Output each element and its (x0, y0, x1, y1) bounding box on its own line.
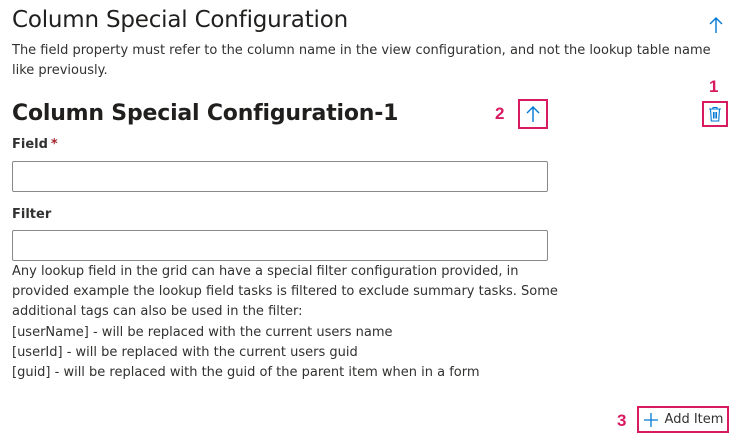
move-section-up-button[interactable] (703, 12, 729, 38)
filter-input[interactable] (12, 230, 548, 261)
field-label-text: Field (12, 137, 48, 152)
trash-icon (709, 106, 721, 122)
section-description: The field property must refer to the col… (12, 43, 711, 78)
annotation-number-3: 3 (617, 411, 627, 430)
annotation-number-2: 2 (495, 104, 505, 123)
filter-label: Filter (12, 207, 52, 222)
required-marker: * (50, 137, 58, 152)
move-item-up-button[interactable] (518, 99, 548, 129)
help-line: provided example the lookup field tasks … (12, 284, 558, 300)
plus-icon (643, 412, 658, 427)
field-input[interactable] (12, 161, 548, 192)
filter-help-text: Any lookup field in the grid can have a … (12, 262, 558, 383)
help-line: [userId] - will be replaced with the cur… (12, 344, 358, 360)
add-item-label: Add Item (664, 412, 724, 427)
delete-item-button[interactable] (702, 101, 728, 127)
arrow-up-icon (526, 106, 540, 122)
item-title: Column Special Configuration-1 (12, 101, 399, 126)
section-title: Column Special Configuration (12, 7, 348, 33)
help-line: [userName] - will be replaced with the c… (12, 324, 393, 340)
field-label: Field * (12, 137, 58, 152)
help-line: additional tags can also be used in the … (12, 304, 303, 320)
annotation-number-1: 1 (709, 77, 719, 96)
add-item-button[interactable]: Add Item (637, 406, 729, 433)
help-line: Any lookup field in the grid can have a … (12, 264, 519, 279)
arrow-up-icon (709, 17, 723, 33)
help-line: [guid] - will be replaced with the guid … (12, 365, 480, 381)
